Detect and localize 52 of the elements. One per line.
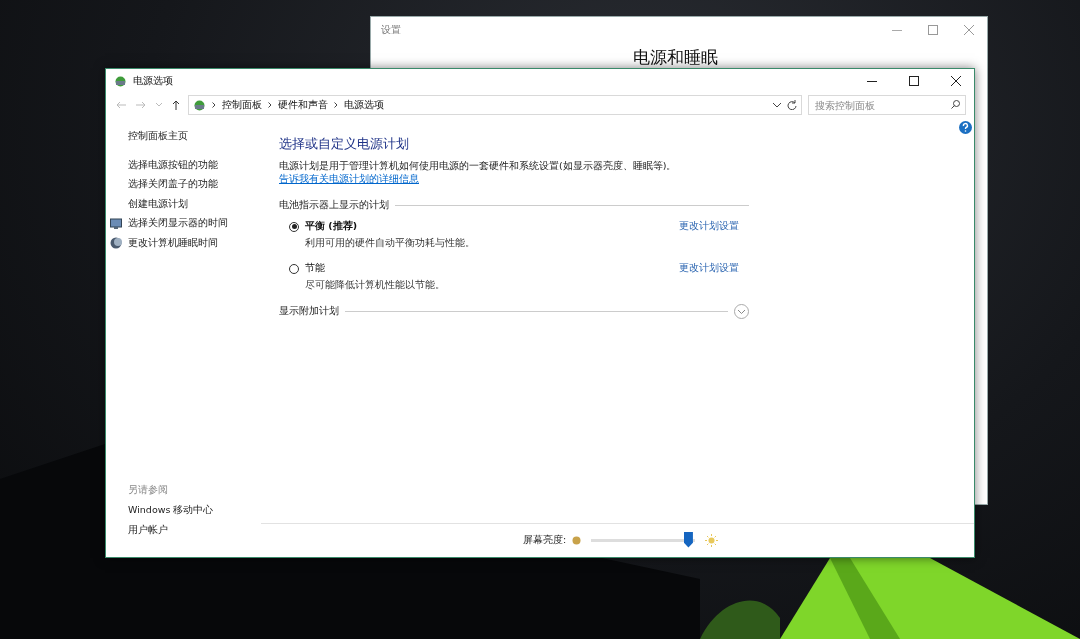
window-title: 设置 xyxy=(381,23,402,37)
maximize-icon xyxy=(909,76,919,86)
minimize-icon xyxy=(892,29,902,31)
control-panel-icon xyxy=(193,98,206,112)
plan-description: 尽可能降低计算机性能以节能。 xyxy=(305,279,446,292)
chevron-down-icon xyxy=(738,309,745,314)
plan-description: 利用可用的硬件自动平衡功耗与性能。 xyxy=(305,237,476,250)
monitor-icon xyxy=(110,217,122,230)
brightness-label: 屏幕亮度: xyxy=(523,534,567,547)
control-panel-icon xyxy=(114,74,127,88)
change-plan-link[interactable]: 更改计划设置 xyxy=(679,262,739,275)
dropdown-icon[interactable] xyxy=(773,102,781,108)
section-title: 另请参阅 xyxy=(127,484,169,497)
slider-thumb[interactable] xyxy=(683,531,693,548)
page-heading: 电源和睡眠 xyxy=(633,47,719,67)
window-title: 电源选项 xyxy=(133,74,174,88)
change-plan-link[interactable]: 更改计划设置 xyxy=(679,220,739,233)
sidebar-link[interactable]: 选择关闭显示器的时间 xyxy=(110,214,261,234)
dim-sun-icon xyxy=(572,536,582,545)
group-title: 显示附加计划 xyxy=(279,305,339,318)
sidebar-link[interactable]: 用户帐户 xyxy=(110,523,261,543)
search-icon xyxy=(951,100,960,109)
page-title: 选择或自定义电源计划 xyxy=(279,135,410,153)
sidebar-link[interactable]: 选择电源按钮的功能 xyxy=(110,155,261,175)
chevron-icon xyxy=(268,102,272,108)
refresh-icon[interactable] xyxy=(787,100,797,110)
up-button[interactable] xyxy=(170,100,182,110)
address-bar[interactable]: 控制面板 硬件和声音 电源选项 xyxy=(188,95,802,115)
breadcrumb[interactable]: 硬件和声音 xyxy=(278,98,328,112)
sidebar-link[interactable]: 更改计算机睡眠时间 xyxy=(110,233,261,253)
moon-icon xyxy=(110,237,122,250)
search-field[interactable]: 搜索控制面板 xyxy=(808,95,966,115)
maximize-icon xyxy=(928,25,938,35)
expand-button[interactable] xyxy=(734,304,749,319)
sidebar-link[interactable]: 控制面板主页 xyxy=(110,127,261,147)
chevron-icon xyxy=(334,102,338,108)
plan-name: 节能 xyxy=(305,262,326,275)
close-icon xyxy=(964,25,974,35)
chevron-icon xyxy=(212,102,216,108)
minimize-icon xyxy=(867,80,877,82)
intro-text: 电源计划是用于管理计算机如何使用电源的一套硬件和系统设置(如显示器亮度、睡眠等)。 告诉我有关电源计划的详细信息 xyxy=(279,159,678,185)
plan-name: 平衡 (推荐) xyxy=(305,220,358,233)
sidebar-link[interactable]: 选择关闭盖子的功能 xyxy=(110,175,261,195)
sidebar-link[interactable]: 创建电源计划 xyxy=(110,194,261,214)
details-link[interactable]: 告诉我有关电源计划的详细信息 xyxy=(279,173,419,184)
close-icon xyxy=(951,76,961,86)
sidebar-link[interactable]: Windows 移动中心 xyxy=(110,504,261,524)
breadcrumb[interactable]: 电源选项 xyxy=(344,98,384,112)
breadcrumb[interactable]: 控制面板 xyxy=(222,98,262,112)
group-title: 电池指示器上显示的计划 xyxy=(279,199,389,212)
help-icon[interactable] xyxy=(959,121,972,134)
bright-sun-icon xyxy=(705,534,719,547)
